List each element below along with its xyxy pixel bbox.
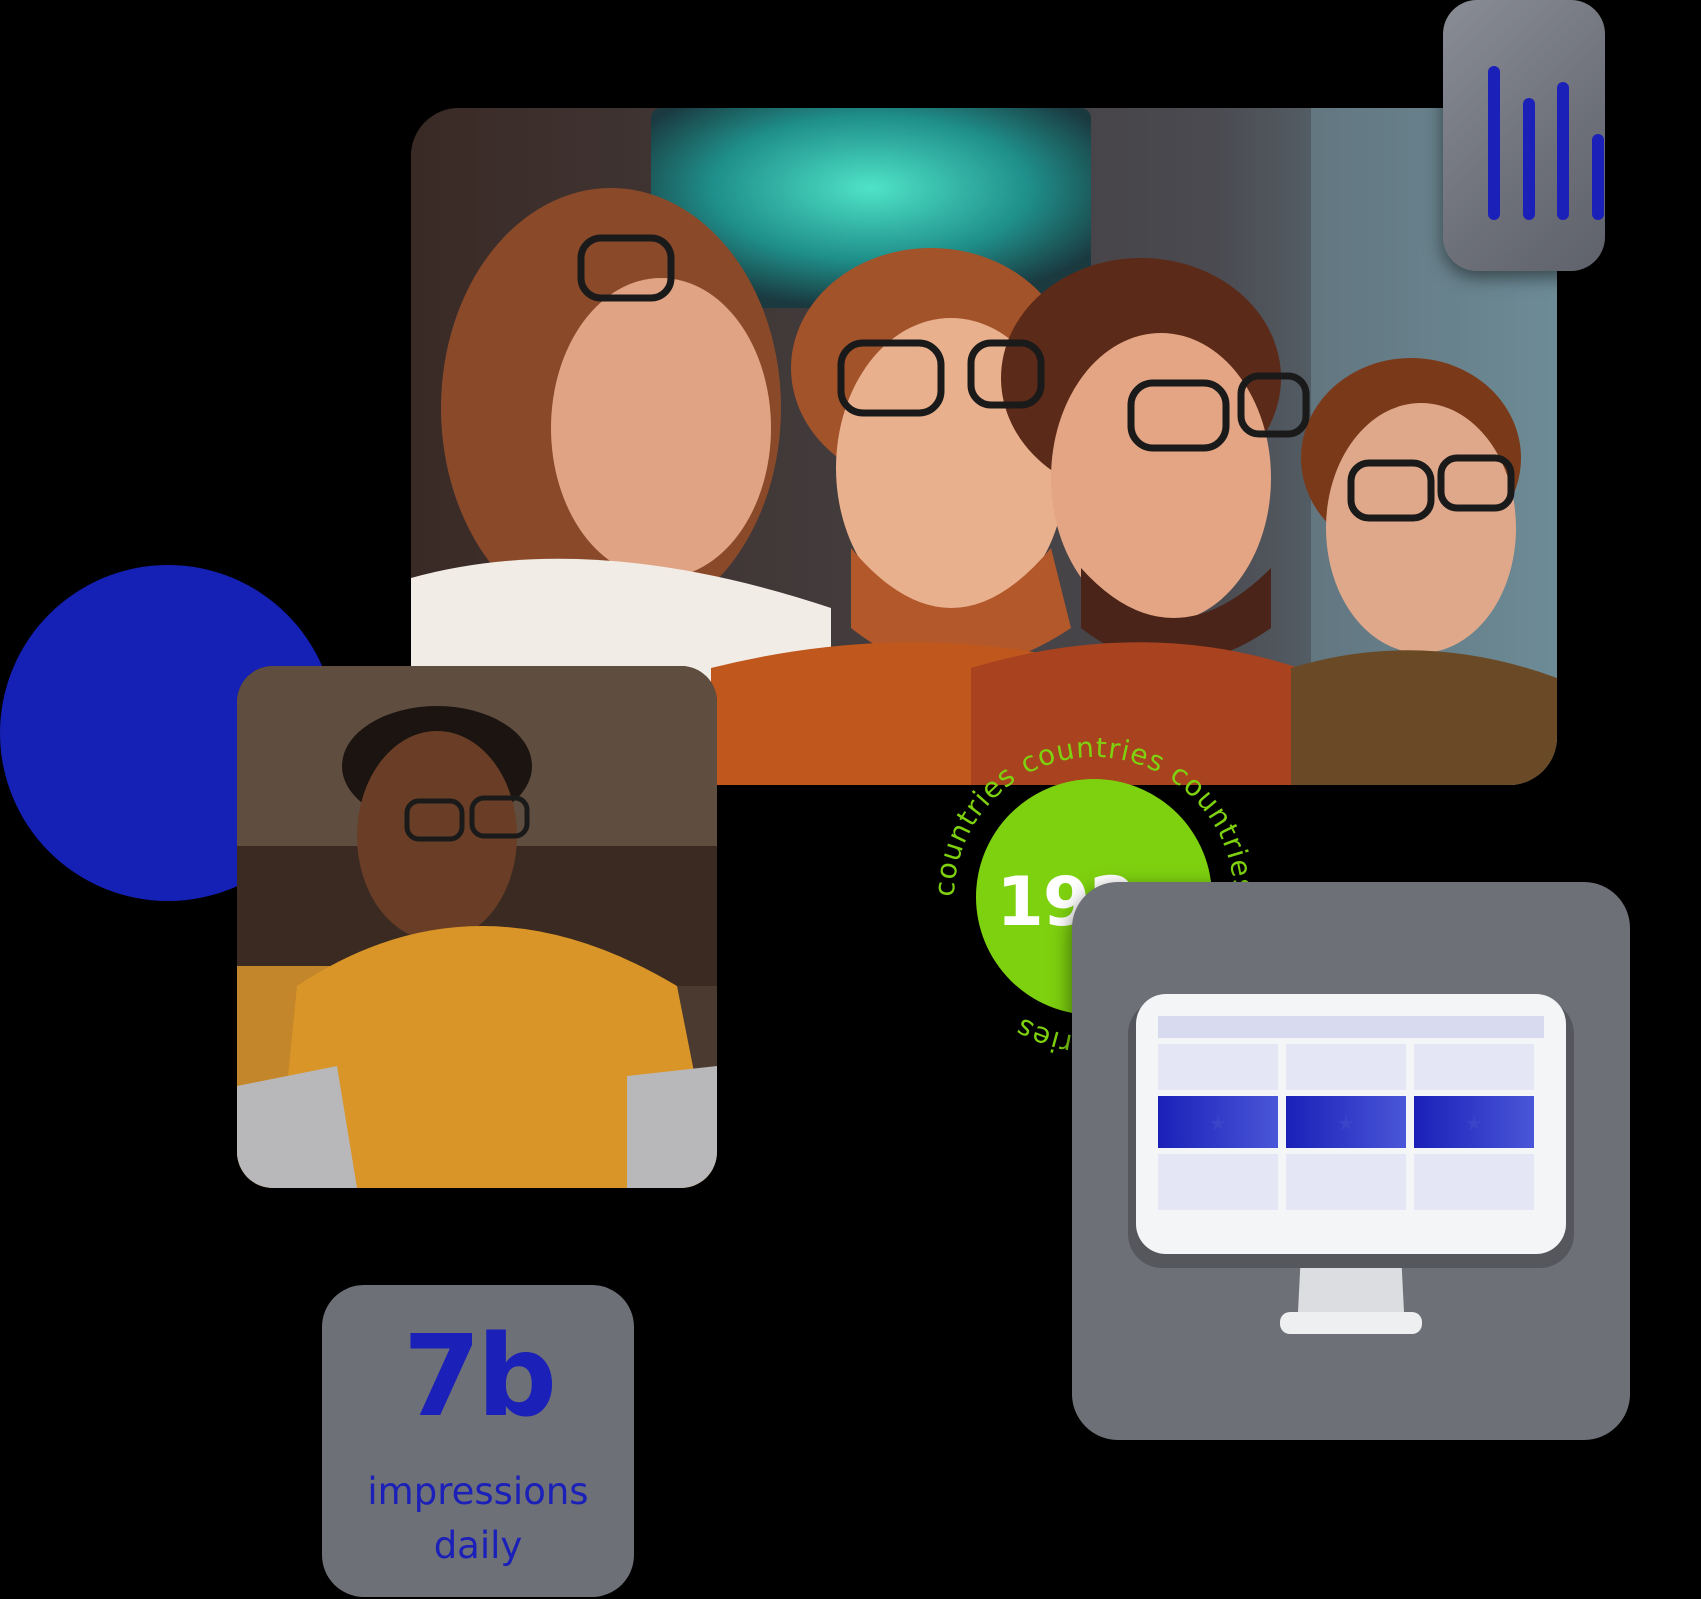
monitor-tile: ★ ★ ★ [1072, 882, 1630, 1440]
impressions-label-line2: daily [433, 1524, 523, 1567]
svg-text:★: ★ [1337, 1111, 1355, 1135]
impressions-value: 7b [402, 1312, 557, 1442]
impressions-label: impressions daily [322, 1465, 634, 1573]
impressions-tile: 7b impressions daily [322, 1285, 634, 1597]
chart-tile [1443, 0, 1605, 271]
bar-chart-icon [1488, 66, 1604, 220]
svg-text:★: ★ [1465, 1111, 1483, 1135]
single-person-photo [237, 666, 717, 1188]
monitor-table-icon: ★ ★ ★ [1128, 994, 1574, 1334]
svg-text:★: ★ [1209, 1111, 1227, 1135]
impressions-label-line1: impressions [367, 1470, 589, 1513]
stage: countries countries countries countries … [0, 0, 1701, 1599]
